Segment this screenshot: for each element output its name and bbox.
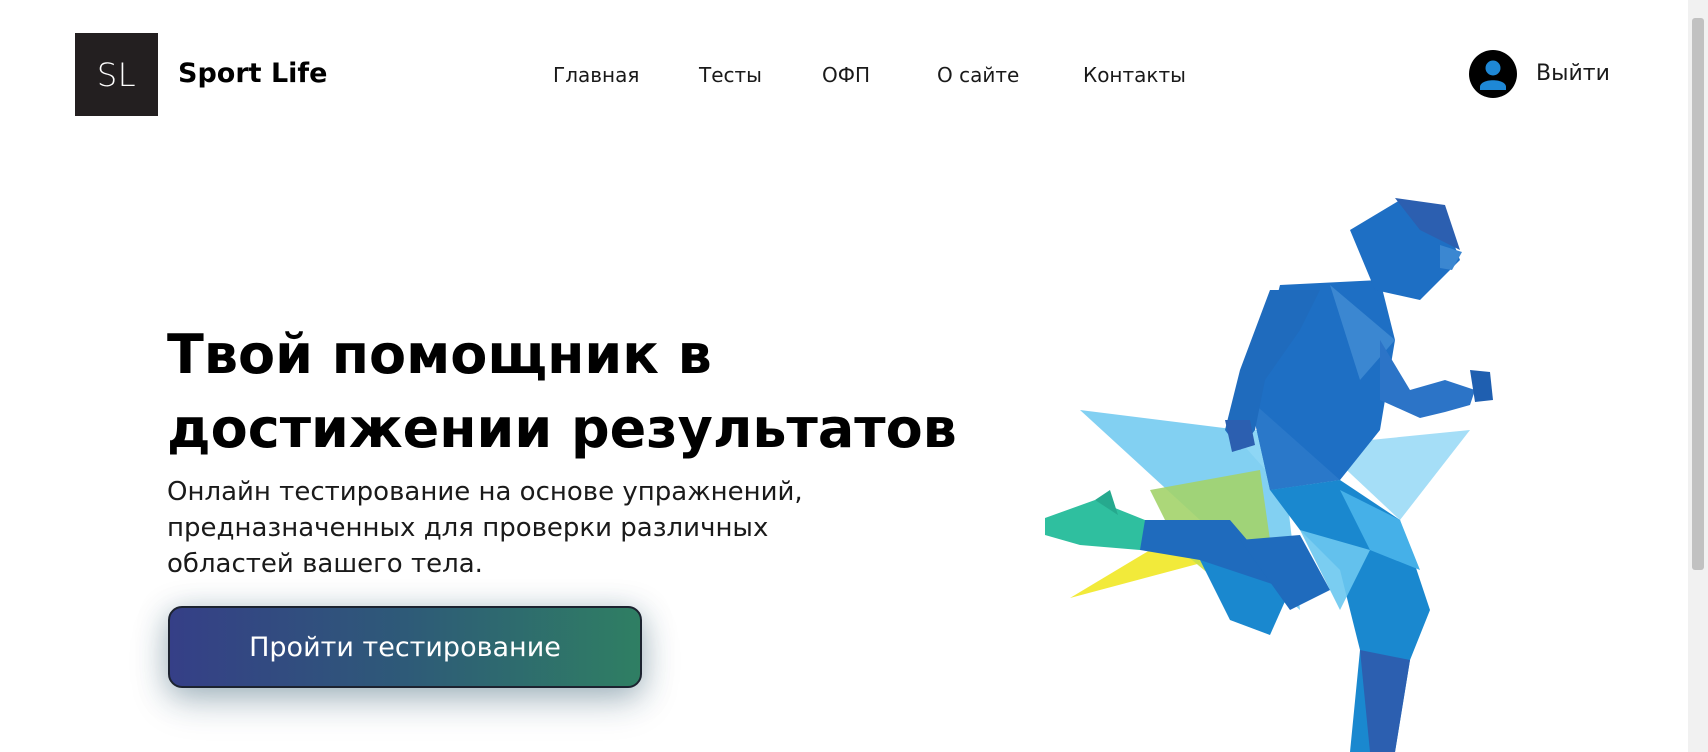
landing-page: SL Sport Life Главная Тесты ОФП О сайте … [0, 0, 1708, 752]
logo[interactable]: SL [75, 33, 158, 116]
scrollbar-thumb[interactable] [1692, 18, 1704, 570]
hero-subtitle-line: областей вашего тела. [167, 549, 483, 579]
nav-link-home[interactable]: Главная [553, 60, 639, 90]
start-testing-button[interactable]: Пройти тестирование [168, 606, 642, 688]
nav-link-contacts[interactable]: Контакты [1083, 60, 1186, 90]
logout-link[interactable]: Выйти [1536, 59, 1610, 89]
user-avatar-icon[interactable] [1469, 50, 1517, 98]
hero-subtitle: Онлайн тестирование на основе упражнений… [167, 474, 937, 582]
hero-title: Твой помощник в достижении результатов [167, 318, 1027, 466]
hero-subtitle-line: предназначенных для проверки различных [167, 513, 769, 543]
nav-link-about[interactable]: О сайте [937, 60, 1019, 90]
page-scrollbar[interactable] [1688, 0, 1708, 752]
brand-name[interactable]: Sport Life [178, 56, 327, 92]
logo-text: SL [96, 55, 137, 94]
hero-title-line: достижении результатов [167, 397, 957, 460]
running-man-illustration [1045, 198, 1493, 752]
nav-link-ofp[interactable]: ОФП [822, 60, 870, 90]
hero-subtitle-line: Онлайн тестирование на основе упражнений… [167, 477, 803, 507]
avatar-graphic [1480, 60, 1506, 90]
nav-link-tests[interactable]: Тесты [699, 60, 762, 90]
hero-title-line: Твой помощник в [167, 323, 712, 386]
